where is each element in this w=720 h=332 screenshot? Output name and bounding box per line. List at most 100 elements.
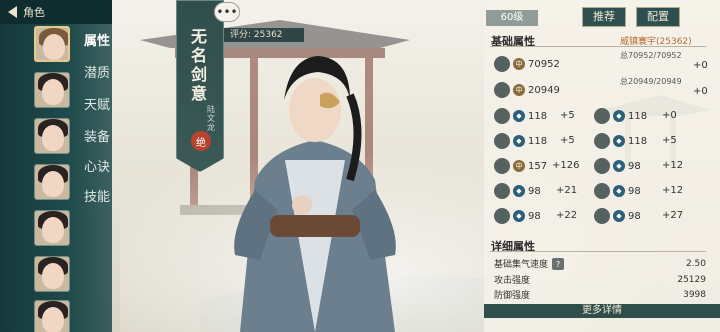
portrait-face xyxy=(42,79,64,105)
hp-icon xyxy=(494,56,510,72)
grid-val: 157 xyxy=(528,160,548,172)
chip-icon: ◆ xyxy=(513,135,525,147)
portrait-face xyxy=(42,307,64,332)
more-details-button[interactable]: 更多详情 xyxy=(484,304,720,318)
tab-equipment[interactable]: 装备 xyxy=(84,126,110,145)
internal-value: 20949 xyxy=(528,84,560,96)
grid-stat-right: ◆ 98 xyxy=(594,208,641,224)
character-portrait[interactable] xyxy=(34,300,70,332)
chip-icon: 中 xyxy=(513,58,525,70)
portrait-face xyxy=(42,171,64,197)
grid-stat-right: ◆ 98 xyxy=(594,158,641,174)
grid-bonus2: +12 xyxy=(662,160,684,171)
grid-bonus2: +27 xyxy=(662,210,684,221)
character-portrait[interactable] xyxy=(34,26,70,62)
detail-label: 防御强度 xyxy=(494,291,531,301)
character-portrait[interactable] xyxy=(34,118,70,154)
stat-icon xyxy=(494,208,510,224)
name-banner: 无名剑意 陆文龙 绝 xyxy=(176,0,224,172)
grid-bonus: +5 xyxy=(560,135,575,146)
hp-bonus: +0 xyxy=(693,60,708,71)
config-button[interactable]: 配置 xyxy=(636,7,680,27)
grid-stat-right: ◆ 98 xyxy=(594,183,641,199)
stat-icon xyxy=(594,133,610,149)
detail-value: 2.50 xyxy=(685,258,706,269)
tab-attributes[interactable]: 属性 xyxy=(84,30,110,49)
internal-icon xyxy=(494,82,510,98)
detail-row: 基础集气速度? 2.50 xyxy=(494,256,706,271)
top-bar: 角色 xyxy=(0,0,112,24)
level-badge: 60级 xyxy=(486,10,538,26)
stat-icon xyxy=(494,158,510,174)
tab-heart-formula[interactable]: 心诀 xyxy=(84,156,110,175)
character-portrait[interactable] xyxy=(34,72,70,108)
grid-bonus: +22 xyxy=(556,210,578,221)
grid-stat-left: ◆ 98 xyxy=(494,183,541,199)
chip-icon: ◆ xyxy=(513,185,525,197)
recommend-button[interactable]: 推荐 xyxy=(582,7,626,27)
chip-icon: 中 xyxy=(513,84,525,96)
back-arrow-icon[interactable] xyxy=(8,6,17,18)
grid-val: 118 xyxy=(528,135,548,147)
grid-stat-right: ◆ 118 xyxy=(594,108,647,124)
grid-val2: 98 xyxy=(628,185,641,197)
chip-icon: ◆ xyxy=(613,160,625,172)
character-portrait[interactable] xyxy=(34,256,70,292)
chip-icon: ◆ xyxy=(613,135,625,147)
grid-stat-left: 中 157 xyxy=(494,158,547,174)
divider xyxy=(490,46,706,47)
grid-bonus2: +5 xyxy=(662,135,677,146)
chat-bubble-button[interactable]: ••• xyxy=(214,2,240,22)
chip-icon: 中 xyxy=(513,160,525,172)
rarity-seal: 绝 xyxy=(191,131,211,151)
character-portrait[interactable] xyxy=(34,164,70,200)
internal-bonus: +0 xyxy=(693,86,708,97)
grid-val2: 118 xyxy=(628,135,648,147)
stat-row-hp: 中 70952 xyxy=(494,56,560,72)
chip-icon: ◆ xyxy=(513,210,525,222)
stat-icon xyxy=(494,133,510,149)
detail-value: 3998 xyxy=(683,289,706,300)
grid-bonus: +5 xyxy=(560,110,575,121)
character-subtitle: 陆文龙 xyxy=(207,105,215,132)
grid-stat-left: ◆ 118 xyxy=(494,133,547,149)
chip-icon: ◆ xyxy=(513,110,525,122)
character-portrait[interactable] xyxy=(34,210,70,246)
grid-stat-left: ◆ 98 xyxy=(494,208,541,224)
portrait-face xyxy=(42,263,64,289)
stat-icon xyxy=(494,108,510,124)
hp-value: 70952 xyxy=(528,58,560,70)
stat-icon xyxy=(494,183,510,199)
detail-value: 25129 xyxy=(677,274,706,285)
top-bar-title: 角色 xyxy=(23,6,45,19)
grid-val: 98 xyxy=(528,210,541,222)
stat-row-internal: 中 20949 xyxy=(494,82,560,98)
stat-icon xyxy=(594,208,610,224)
grid-stat-left: ◆ 118 xyxy=(494,108,547,124)
portrait-face xyxy=(43,34,65,60)
score-label: 评分: 25362 xyxy=(224,28,304,42)
portrait-face xyxy=(42,217,64,243)
portrait-face xyxy=(42,125,64,151)
grid-stat-right: ◆ 118 xyxy=(594,133,647,149)
tab-skills[interactable]: 技能 xyxy=(84,186,110,205)
grid-bonus2: +12 xyxy=(662,185,684,196)
character-name: 无名剑意 xyxy=(191,27,208,103)
detail-row: 攻击强度 25129 xyxy=(494,272,706,287)
detail-label: 基础集气速度? xyxy=(494,257,565,271)
stat-icon xyxy=(594,108,610,124)
grid-val2: 98 xyxy=(628,210,641,222)
divider xyxy=(490,251,706,252)
tab-potential[interactable]: 潜质 xyxy=(84,62,110,81)
detail-label-text: 基础集气速度 xyxy=(494,259,549,270)
stat-icon xyxy=(594,183,610,199)
help-icon[interactable]: ? xyxy=(552,258,565,271)
grid-val: 98 xyxy=(528,185,541,197)
chip-icon: ◆ xyxy=(613,185,625,197)
chip-icon: ◆ xyxy=(613,210,625,222)
grid-val: 118 xyxy=(528,110,548,122)
total-internal: 总20949/20949 xyxy=(620,77,682,86)
detail-label: 攻击强度 xyxy=(494,276,531,286)
detail-row: 防御强度 3998 xyxy=(494,287,706,302)
tab-talent[interactable]: 天赋 xyxy=(84,94,110,113)
